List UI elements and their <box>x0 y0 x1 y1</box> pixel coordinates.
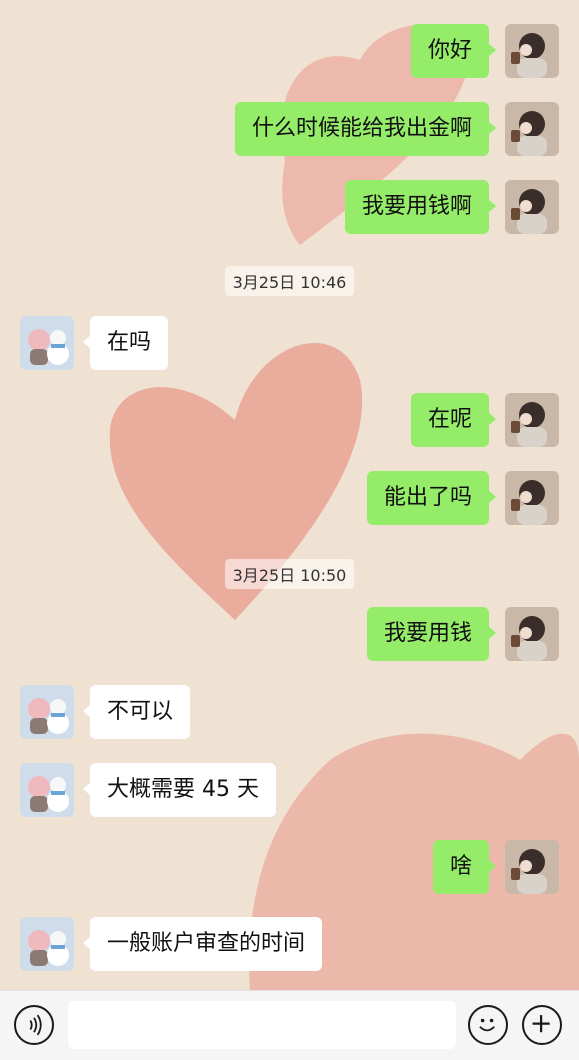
outgoing-message-bubble[interactable]: 啥 <box>432 840 497 894</box>
incoming-message-bubble[interactable]: 不可以 <box>82 685 191 739</box>
outgoing-message-bubble[interactable]: 我要用钱啊 <box>344 180 497 234</box>
girl-avatar[interactable] <box>505 607 559 661</box>
incoming-message-bubble[interactable]: 大概需要 45 天 <box>83 763 276 817</box>
voice-icon[interactable] <box>14 1005 54 1045</box>
message-input[interactable] <box>68 1001 456 1049</box>
outgoing-message-bubble[interactable]: 在呢 <box>410 393 497 447</box>
pig-snowman-avatar[interactable] <box>20 763 74 817</box>
input-bar <box>0 990 579 1060</box>
chat-area[interactable]: 你好 什么时候能给我出金啊 我要用钱啊 3月25日 10:46 在吗 在呢 能出… <box>0 0 579 990</box>
girl-avatar[interactable] <box>505 24 559 78</box>
outgoing-message-bubble[interactable]: 能出了吗 <box>366 471 497 525</box>
girl-avatar[interactable] <box>505 840 559 894</box>
girl-avatar[interactable] <box>505 180 559 234</box>
outgoing-message-bubble[interactable]: 我要用钱 <box>366 607 497 661</box>
pig-snowman-avatar[interactable] <box>20 917 74 971</box>
incoming-message-bubble[interactable]: 一般账户审查的时间 <box>82 917 323 971</box>
girl-avatar[interactable] <box>505 393 559 447</box>
pig-snowman-avatar[interactable] <box>20 316 74 370</box>
timestamp: 3月25日 10:46 <box>224 266 355 296</box>
girl-avatar[interactable] <box>505 102 559 156</box>
incoming-message-bubble[interactable]: 在吗 <box>82 316 169 370</box>
girl-avatar[interactable] <box>505 471 559 525</box>
pig-snowman-avatar[interactable] <box>20 685 74 739</box>
timestamp: 3月25日 10:50 <box>224 559 355 589</box>
plus-icon[interactable] <box>522 1005 562 1045</box>
outgoing-message-bubble[interactable]: 什么时候能给我出金啊 <box>234 102 497 156</box>
emoji-icon[interactable] <box>468 1005 508 1045</box>
outgoing-message-bubble[interactable]: 你好 <box>410 24 497 78</box>
